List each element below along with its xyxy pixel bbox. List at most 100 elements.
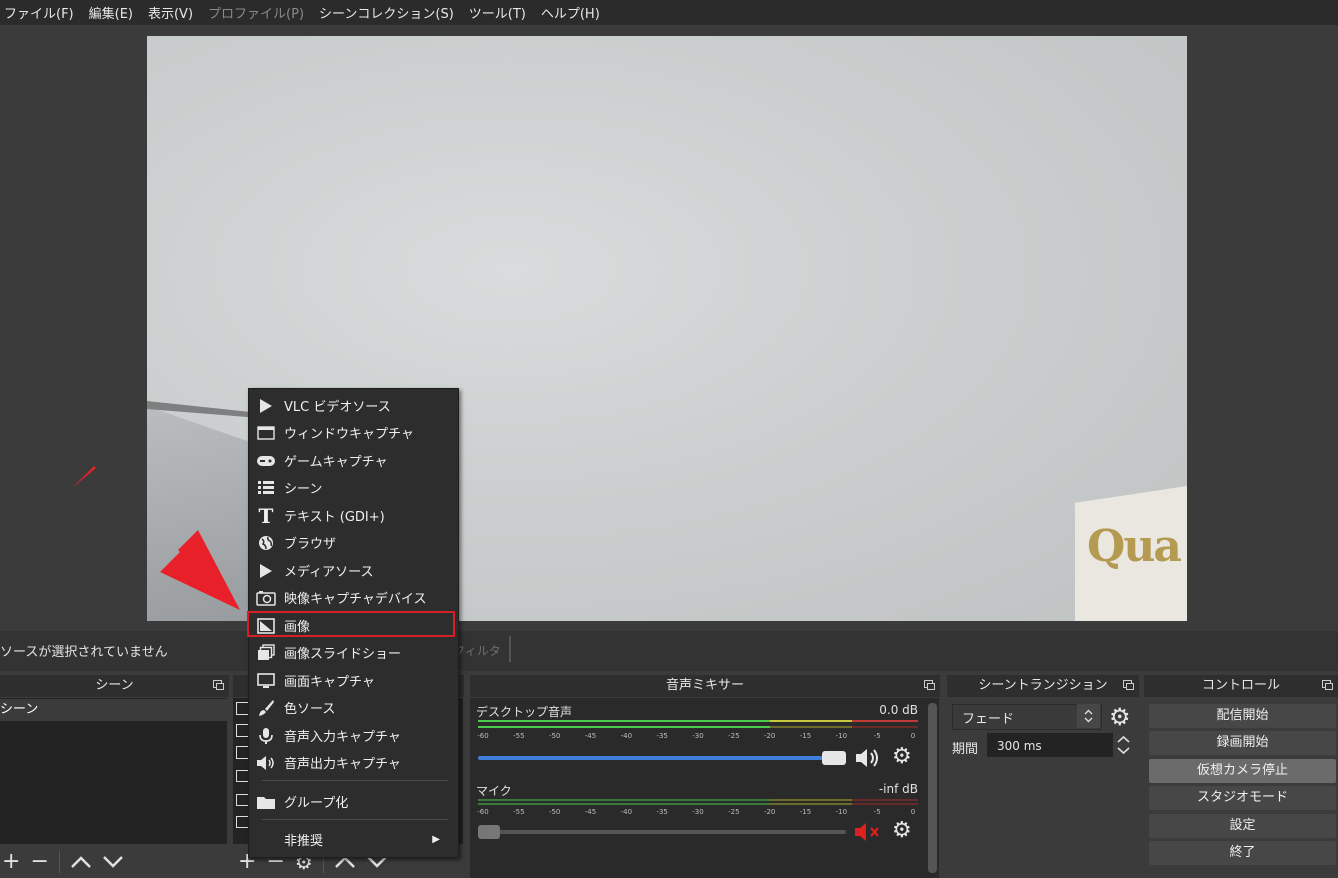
meter-tick-label: -40	[620, 808, 633, 816]
undock-icon[interactable]	[1123, 680, 1134, 690]
meter-tick-label: 0	[910, 732, 916, 740]
undock-icon[interactable]	[924, 680, 935, 690]
menu-item-game-capture[interactable]: ゲームキャプチャ	[249, 447, 456, 474]
menu-item-label: テキスト (GDI+)	[284, 510, 385, 525]
transition-properties-gear-icon[interactable]: ⚙	[1109, 703, 1131, 731]
meter-tick-label: -10	[835, 732, 848, 740]
menu-help[interactable]: ヘルプ(H)	[537, 3, 611, 22]
stop-virtual-camera-button[interactable]: 仮想カメラ停止	[1149, 759, 1336, 783]
desktop-volume-slider[interactable]	[478, 756, 828, 760]
meter-tick-label: -30	[692, 732, 704, 740]
source-status-bar	[0, 631, 1338, 671]
submenu-arrow-icon: ▶	[432, 834, 440, 845]
menu-item-label: 色ソース	[284, 702, 336, 717]
menu-profile[interactable]: プロファイル(P)	[204, 3, 315, 22]
meter-tick-label: -20	[763, 808, 776, 816]
meter-tick-label: -5	[873, 808, 881, 816]
menu-item-label: ブラウザ	[284, 537, 337, 552]
undock-icon[interactable]	[213, 680, 224, 690]
menu-scene-collection[interactable]: シーンコレクション(S)	[315, 3, 465, 22]
menu-item-browser[interactable]: ブラウザ	[249, 529, 456, 556]
menu-item-window-capture[interactable]: ウィンドウキャプチャ	[249, 419, 456, 446]
meter-tick-label: -60	[477, 808, 489, 816]
desktop-volume-slider-handle[interactable]	[822, 751, 846, 765]
meter-tick-label: -15	[799, 808, 812, 816]
desktop-audio-gear-icon[interactable]: ⚙	[892, 744, 912, 769]
microphone-icon	[259, 727, 273, 744]
menu-separator	[262, 819, 448, 820]
toolbar-divider	[509, 636, 511, 662]
start-recording-button[interactable]: 録画開始	[1149, 731, 1336, 755]
desktop-volume-meter-top	[478, 720, 918, 722]
start-streaming-button[interactable]: 配信開始	[1149, 704, 1336, 728]
meter-tick-label: -25	[728, 808, 740, 816]
add-scene-icon[interactable]: +	[2, 850, 20, 873]
menu-separator	[262, 780, 448, 781]
folder-icon	[257, 796, 275, 809]
menu-item-text-gdi[interactable]: T テキスト (GDI+)	[249, 502, 456, 529]
play-icon	[260, 563, 272, 578]
exit-button[interactable]: 終了	[1149, 841, 1336, 865]
speaker-icon[interactable]	[854, 746, 884, 770]
window-icon	[257, 425, 275, 440]
menu-edit[interactable]: 編集(E)	[85, 3, 144, 22]
brush-icon	[259, 699, 274, 716]
mixer-dock-title: 音声ミキサー	[470, 675, 940, 697]
move-down-icon[interactable]	[102, 855, 124, 869]
menu-tools[interactable]: ツール(T)	[465, 3, 537, 22]
meter-tick-label: -35	[656, 808, 668, 816]
mixer-scrollbar[interactable]	[928, 703, 937, 873]
studio-mode-button[interactable]: スタジオモード	[1149, 786, 1336, 810]
transitions-dock-title: シーントランジション	[947, 675, 1139, 697]
meter-tick-label: -20	[763, 732, 776, 740]
transitions-title: シーントランジション	[978, 678, 1108, 693]
menu-item-media-source[interactable]: メディアソース	[249, 557, 456, 584]
meter-tick-label: -50	[548, 808, 561, 816]
mic-gear-icon[interactable]: ⚙	[892, 818, 912, 843]
monitor-icon	[257, 672, 275, 688]
menu-item-video-capture-device[interactable]: 映像キャプチャデバイス	[249, 584, 456, 611]
menu-item-display-capture[interactable]: 画面キャプチャ	[249, 667, 456, 694]
menu-item-label: ウィンドウキャプチャ	[284, 427, 414, 442]
play-icon	[260, 398, 272, 413]
menu-item-label: グループ化	[284, 796, 349, 811]
mic-volume-slider-handle[interactable]	[478, 825, 500, 839]
scene-list-item[interactable]: シーン	[0, 699, 227, 721]
speaker-icon	[257, 755, 274, 770]
menu-view[interactable]: 表示(V)	[144, 3, 204, 22]
meter-tick-label: -45	[584, 732, 597, 740]
menu-item-label: 非推奨	[284, 834, 324, 849]
menu-item-group[interactable]: グループ化	[249, 788, 456, 815]
menu-item-audio-input-capture[interactable]: 音声入力キャプチャ	[249, 722, 456, 749]
menu-item-image-slideshow[interactable]: 画像スライドショー	[249, 639, 456, 666]
meter-tick-label: -10	[835, 808, 848, 816]
menu-item-deprecated[interactable]: 非推奨 ▶	[249, 826, 456, 853]
controls-title: コントロール	[1201, 678, 1280, 693]
menu-item-vlc-source[interactable]: VLC ビデオソース	[249, 392, 456, 419]
menu-item-audio-output-capture[interactable]: 音声出力キャプチャ	[249, 749, 456, 776]
no-source-label: ソースが選択されていません	[0, 645, 168, 660]
filters-button[interactable]: フィルタ	[453, 642, 501, 659]
list-icon	[258, 480, 274, 494]
text-icon: T	[258, 503, 274, 528]
undock-icon[interactable]	[1322, 680, 1333, 690]
menu-file[interactable]: ファイル(F)	[0, 3, 85, 22]
menu-item-color-source[interactable]: 色ソース	[249, 694, 456, 721]
mic-volume-slider[interactable]	[478, 830, 846, 834]
remove-scene-icon[interactable]: −	[30, 850, 48, 873]
preview-sign-text: Qua	[1087, 521, 1182, 572]
duration-spin-icon[interactable]	[1114, 733, 1133, 757]
transition-select-value: フェード	[962, 712, 1015, 727]
menu-item-scene[interactable]: シーン	[249, 474, 456, 501]
chevron-updown-icon	[1084, 709, 1093, 723]
menu-item-label: 画像スライドショー	[284, 647, 402, 662]
muted-speaker-icon[interactable]	[854, 821, 884, 843]
mic-name: マイク	[476, 784, 512, 798]
scene-toolbar: + −	[0, 845, 231, 878]
mixer-title: 音声ミキサー	[665, 678, 744, 693]
transition-select-arrows[interactable]	[1077, 704, 1100, 728]
duration-label: 期間	[952, 742, 979, 757]
meter-tick-label: -60	[477, 732, 489, 740]
move-up-icon[interactable]	[70, 855, 92, 869]
settings-button[interactable]: 設定	[1149, 814, 1336, 838]
